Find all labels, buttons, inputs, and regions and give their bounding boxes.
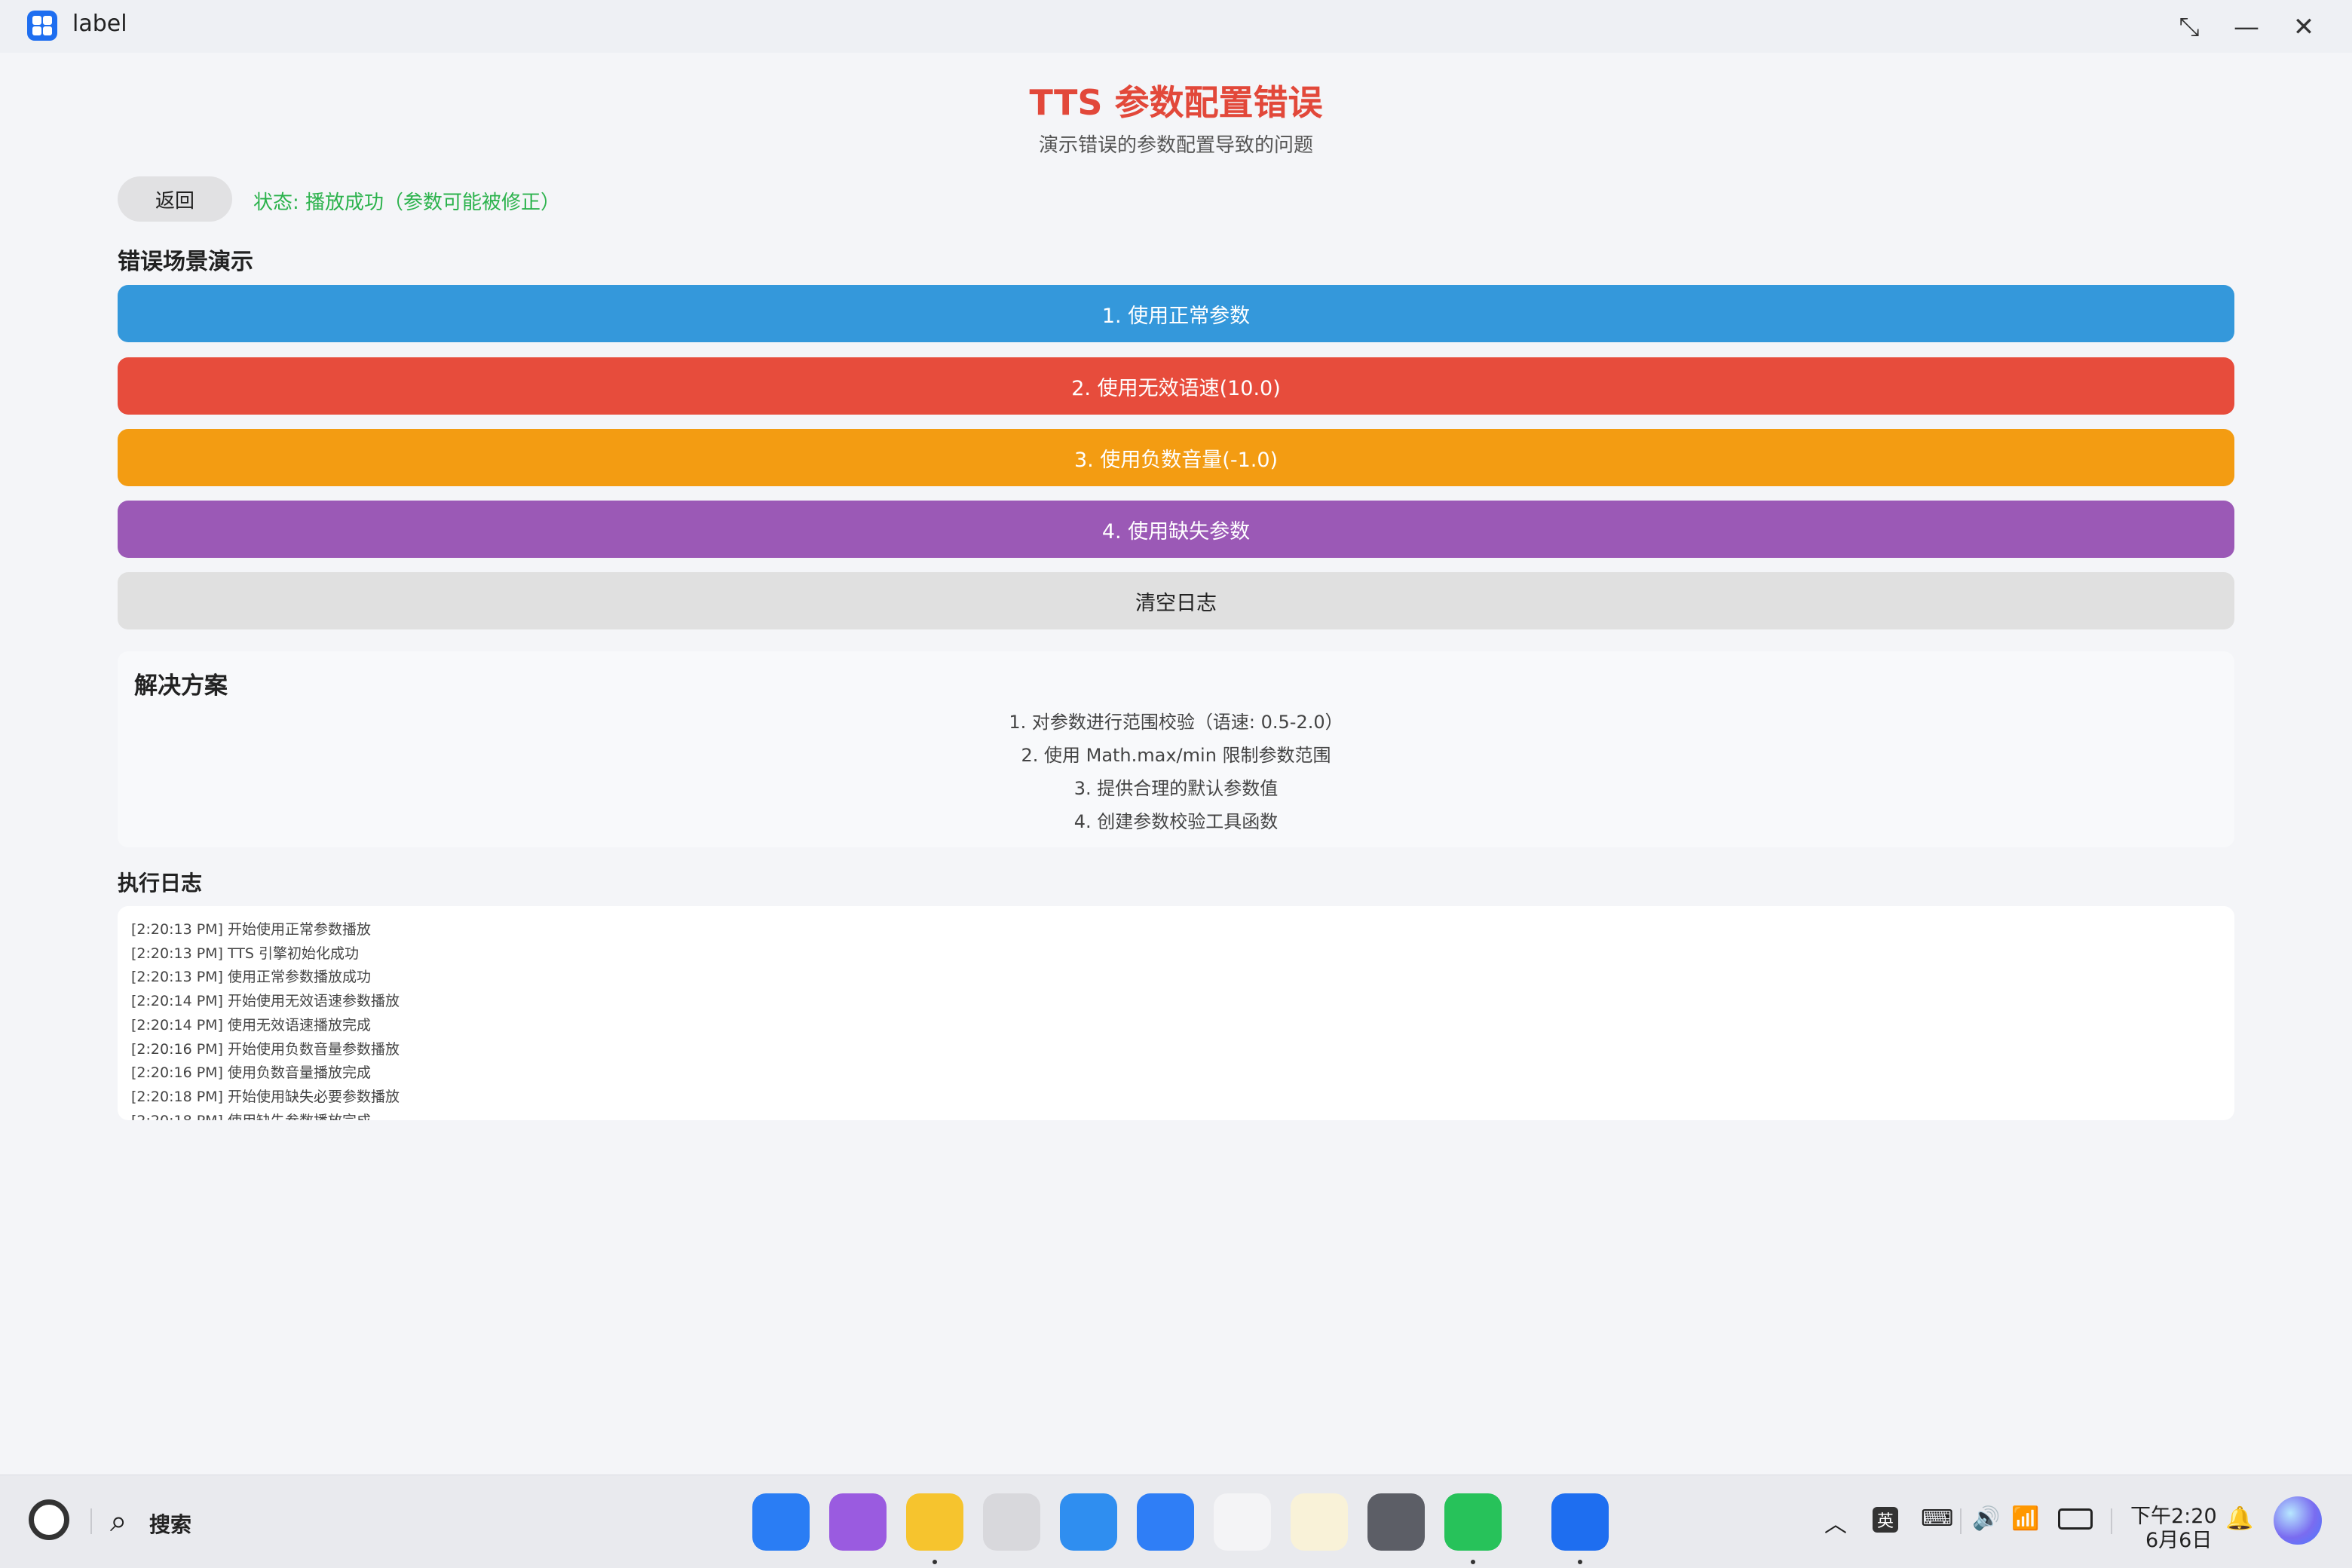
minimize-icon[interactable]: — [2230,11,2263,44]
clear-log-button[interactable]: 清空日志 [118,572,2234,629]
input-method-icon[interactable]: 英 [1873,1507,1898,1533]
wechat-icon[interactable] [1444,1493,1502,1551]
close-icon[interactable]: ✕ [2287,11,2320,44]
multitask-icon[interactable] [829,1493,887,1551]
page-title: TTS 参数配置错误 [1029,82,1323,123]
log-line: [2:20:13 PM] 开始使用正常参数播放 [131,921,372,938]
browser-icon[interactable] [1060,1493,1117,1551]
solutions-title: 解决方案 [134,672,228,700]
running-indicator [1471,1560,1475,1564]
solutions-panel: 解决方案 1. 对参数进行范围校验（语速: 0.5-2.0） 2. 使用 Mat… [118,651,2234,847]
tray-divider [1960,1508,1962,1534]
settings-icon[interactable] [1367,1493,1425,1551]
invalid-speed-button[interactable]: 2. 使用无效语速(10.0) [118,357,2234,415]
restore-icon[interactable]: ⤡ [2173,11,2206,44]
start-button[interactable] [29,1499,69,1540]
log-line: [2:20:13 PM] 使用正常参数播放成功 [131,969,372,985]
solution-item: 3. 提供合理的默认参数值 [1073,778,1279,799]
log-panel[interactable]: [2:20:13 PM] 开始使用正常参数播放 [2:20:13 PM] TTS… [118,906,2234,1120]
mail-icon[interactable] [1137,1493,1194,1551]
label-app-icon[interactable] [1551,1493,1609,1551]
back-button[interactable]: 返回 [118,176,232,222]
solution-item: 4. 创建参数校验工具函数 [1073,811,1279,832]
tray-divider [2111,1508,2112,1534]
title-bar: label ⤡ — ✕ [0,0,2352,53]
log-line: [2:20:16 PM] 使用负数音量播放完成 [131,1064,372,1081]
battery-icon[interactable] [2058,1508,2093,1530]
log-line: [2:20:16 PM] 开始使用负数音量参数播放 [131,1041,400,1058]
notification-bell-icon[interactable]: 🔔 [2225,1505,2253,1532]
status-text: 状态: 播放成功（参数可能被修正） [253,191,561,214]
log-line: [2:20:18 PM] 开始使用缺失必要参数播放 [131,1089,400,1105]
assistant-icon[interactable] [2274,1496,2322,1545]
log-line: [2:20:13 PM] TTS 引擎初始化成功 [131,945,359,962]
taskbar-divider [90,1508,92,1534]
app-launcher-icon[interactable] [752,1493,810,1551]
window-title: label [72,11,127,37]
volume-icon[interactable]: 🔊 [1972,1505,2000,1532]
wifi-icon[interactable]: 📶 [2011,1505,2039,1532]
search-label[interactable]: 搜索 [149,1508,191,1539]
files-icon[interactable] [906,1493,963,1551]
app-grid-icon [27,11,57,41]
trash-icon[interactable] [983,1493,1040,1551]
missing-params-button[interactable]: 4. 使用缺失参数 [118,501,2234,558]
log-title: 执行日志 [118,871,203,896]
notes-icon[interactable] [1291,1493,1348,1551]
negative-volume-button[interactable]: 3. 使用负数音量(-1.0) [118,429,2234,486]
keyboard-icon[interactable]: ⌨ [1921,1505,1953,1532]
running-indicator [1578,1560,1582,1564]
photos-icon[interactable] [1214,1493,1271,1551]
search-icon[interactable]: ⌕ [110,1504,127,1539]
solution-item: 1. 对参数进行范围校验（语速: 0.5-2.0） [1009,712,1343,733]
log-line: [2:20:14 PM] 开始使用无效语速参数播放 [131,993,400,1009]
solution-item: 2. 使用 Math.max/min 限制参数范围 [1021,745,1331,766]
taskbar: ⌕ 搜索 ︿ 英 ⌨ 🔊 📶 下午2:20 6月6日 🔔 [0,1475,2352,1568]
chevron-up-icon[interactable]: ︿ [1824,1505,1847,1539]
scenarios-title: 错误场景演示 [118,249,253,275]
page-subtitle: 演示错误的参数配置导致的问题 [1038,134,1313,157]
running-indicator [933,1560,937,1564]
log-line: [2:20:14 PM] 使用无效语速播放完成 [131,1017,372,1034]
clock-date[interactable]: 6月6日 [2145,1524,2212,1553]
log-line: [2:20:18 PM] 使用缺失参数播放完成 [131,1110,371,1120]
normal-params-button[interactable]: 1. 使用正常参数 [118,285,2234,342]
